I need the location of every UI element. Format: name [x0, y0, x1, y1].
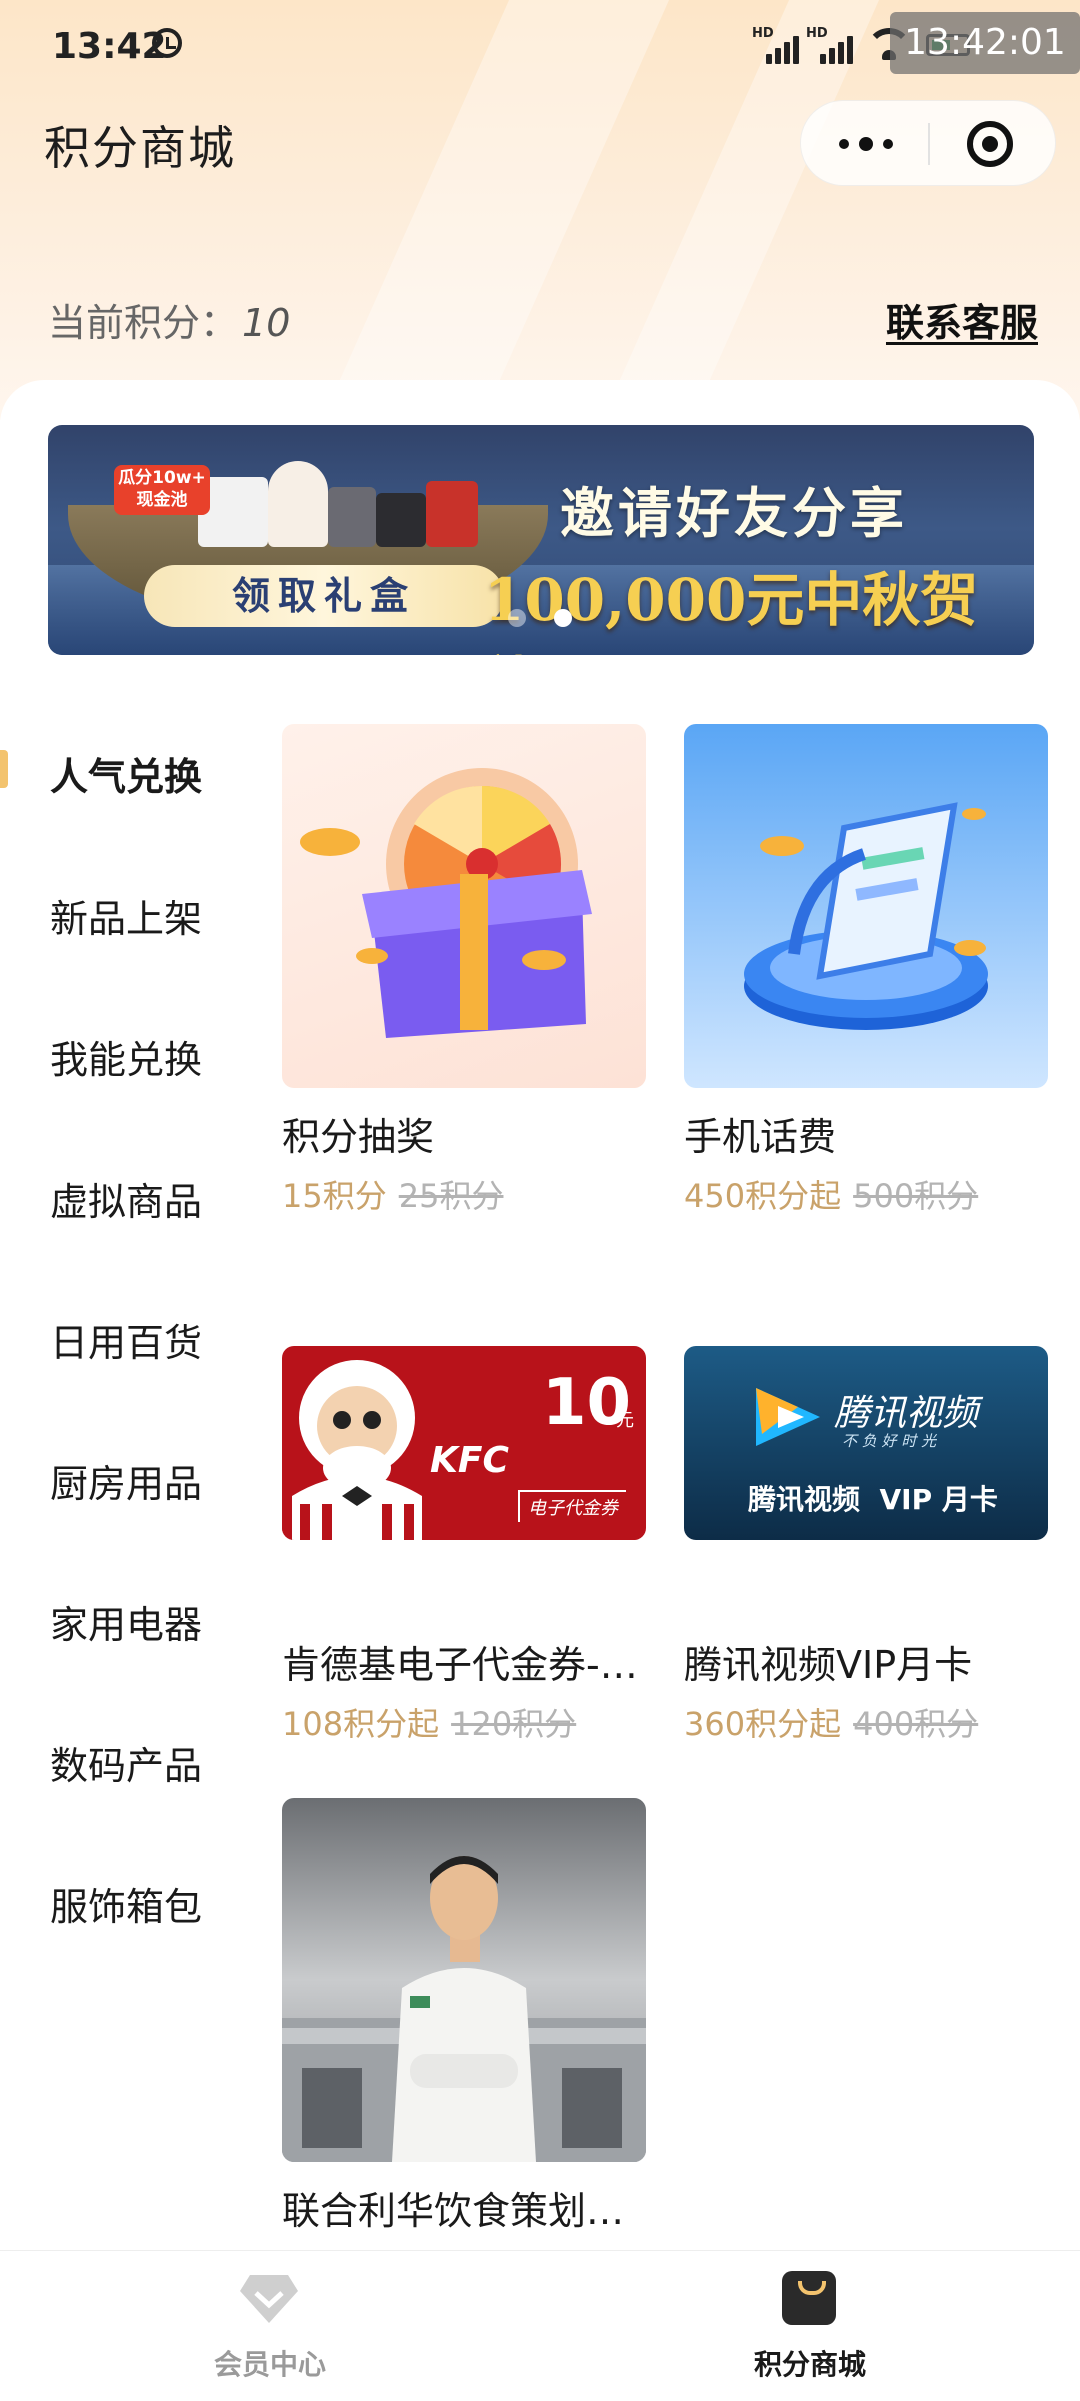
product-original-price: 500积分 — [853, 1177, 979, 1215]
tab-points-mall[interactable]: 积分商城 — [540, 2251, 1080, 2401]
category-item-new[interactable]: 新品上架 — [50, 888, 202, 943]
gift-box-icon — [300, 768, 592, 1038]
chef-image — [282, 1798, 646, 2162]
product-name: 积分抽奖 — [282, 1115, 435, 1159]
points-label: 当前积分： — [48, 301, 239, 345]
tab-label: 会员中心 — [213, 2348, 326, 2381]
signal-hd-label: HD — [752, 26, 774, 41]
category-item-daily[interactable]: 日用百货 — [50, 1312, 202, 1367]
kfc-unit: 元 — [616, 1410, 634, 1431]
clock-overlay: 13:42:01 — [890, 12, 1080, 74]
tencent-video-logo-icon — [756, 1388, 820, 1446]
banner-dot-active — [554, 609, 572, 627]
capsule-divider — [928, 123, 930, 165]
signal-icon: HD — [806, 26, 858, 64]
more-icon[interactable] — [837, 131, 897, 157]
category-item-appliances[interactable]: 家用电器 — [50, 1594, 202, 1649]
jackpot-badge: 瓜分10w+ 现金池 — [114, 465, 210, 515]
product-price-line: 450积分起 500积分 — [684, 1171, 1048, 1217]
kfc-voucher-tag: 电子代金券 — [518, 1490, 626, 1522]
shopping-bag-icon — [782, 2271, 836, 2325]
product-price: 450积分起 — [684, 1177, 842, 1215]
phone-icon — [744, 802, 988, 1030]
receive-gift-button[interactable]: 领取礼盒 — [144, 565, 504, 627]
product-card-unilever[interactable]: 联合利华饮食策划… — [282, 1798, 646, 2235]
bottom-tab-bar: 会员中心 积分商城 — [0, 2250, 1080, 2401]
product-name: 联合利华饮食策划… — [282, 2189, 625, 2233]
product-price: 360积分起 — [684, 1705, 842, 1743]
page-title: 积分商城 — [44, 121, 236, 175]
product-original-price: 120积分 — [451, 1705, 577, 1743]
category-item-kitchen[interactable]: 厨房用品 — [50, 1453, 202, 1508]
product-original-price: 25积分 — [398, 1177, 504, 1215]
product-price-line: 108积分起 120积分 — [282, 1699, 646, 1745]
category-item-popular[interactable]: 人气兑换 — [50, 746, 202, 801]
status-time: 13:42 — [52, 26, 167, 67]
alarm-icon — [152, 28, 182, 58]
contact-service-link[interactable]: 联系客服 — [886, 292, 1038, 347]
lottery-image — [282, 724, 646, 1088]
jackpot-line1: 瓜分10w+ — [118, 468, 206, 488]
tencent-video-brand: 腾讯视频 — [834, 1393, 979, 1434]
tab-label: 积分商城 — [753, 2348, 866, 2381]
promo-banner[interactable]: 瓜分10w+ 现金池 领取礼盒 邀请好友分享 100,000元中秋贺礼 — [48, 425, 1034, 655]
signal-icon: HD — [752, 26, 804, 64]
product-price-line: 360积分起 400积分 — [684, 1699, 1048, 1745]
product-card-kfc[interactable]: KFC 10 元 电子代金券 肯德基电子代金券-… 108积分起 120积分 — [282, 1346, 646, 1745]
product-name: 腾讯视频VIP月卡 — [684, 1643, 973, 1687]
category-active-indicator — [0, 750, 8, 788]
product-name: 手机话费 — [684, 1115, 837, 1159]
signal-hd-label: HD — [806, 26, 828, 41]
category-item-affordable[interactable]: 我能兑换 — [50, 1029, 202, 1084]
tencent-video-image: 腾讯视频 不 负 好 时 光 腾讯视频 VIP 月卡 — [684, 1346, 1048, 1540]
tab-member-center[interactable]: 会员中心 — [0, 2251, 540, 2401]
tencent-video-slogan: 不 负 好 时 光 — [842, 1432, 937, 1450]
category-item-apparel[interactable]: 服饰箱包 — [50, 1876, 202, 1931]
phone-credit-image — [684, 724, 1048, 1088]
status-bar: 13:42 HD HD 13:42:01 — [0, 0, 1080, 96]
product-card-tencent-video[interactable]: 腾讯视频 不 负 好 时 光 腾讯视频 VIP 月卡 腾讯视频VIP月卡 360… — [684, 1346, 1048, 1745]
target-icon[interactable] — [967, 121, 1013, 167]
kfc-voucher-image: KFC 10 元 电子代金券 — [282, 1346, 646, 1540]
product-card-lottery[interactable]: 积分抽奖 15积分 25积分 — [282, 724, 646, 1217]
category-item-virtual[interactable]: 虚拟商品 — [50, 1171, 202, 1226]
category-item-digital[interactable]: 数码产品 — [50, 1735, 202, 1790]
banner-headline: 邀请好友分享 — [560, 481, 908, 545]
points-value: 10 — [242, 301, 291, 345]
banner-dot — [508, 609, 526, 627]
mini-program-capsule — [800, 100, 1056, 186]
tencent-video-card-label: 腾讯视频 VIP 月卡 — [748, 1483, 998, 1516]
product-price: 108积分起 — [282, 1705, 440, 1743]
product-card-phone-credit[interactable]: 手机话费 450积分起 500积分 — [684, 724, 1048, 1217]
gem-icon — [240, 2275, 298, 2323]
chef-icon — [282, 1856, 646, 2162]
current-points: 当前积分： 10 — [48, 292, 290, 347]
banner-subline: 100,000元中秋贺礼 — [484, 566, 979, 655]
product-price-line: 15积分 25积分 — [282, 1171, 646, 1217]
kfc-logo-text: KFC — [430, 1440, 509, 1481]
jackpot-line2: 现金池 — [136, 490, 188, 510]
product-name: 肯德基电子代金券-… — [282, 1643, 638, 1687]
product-original-price: 400积分 — [853, 1705, 979, 1743]
product-price: 15积分 — [282, 1177, 387, 1215]
